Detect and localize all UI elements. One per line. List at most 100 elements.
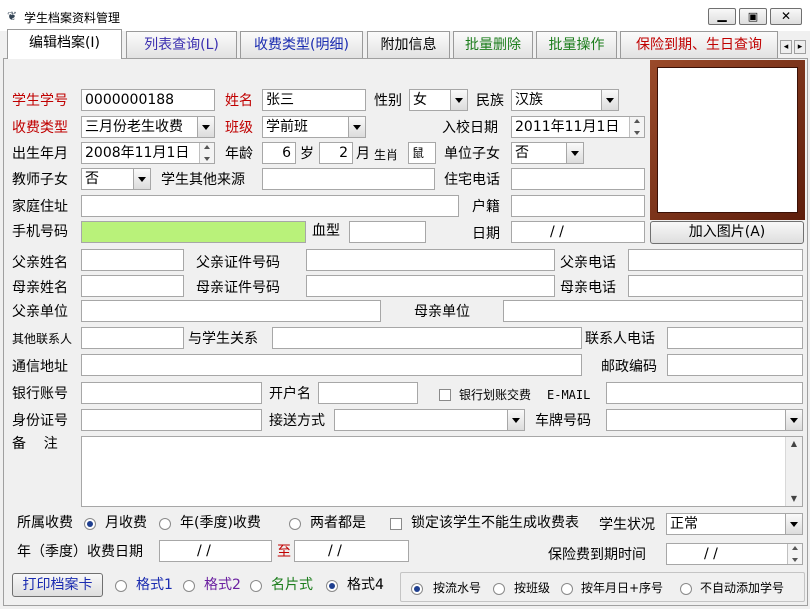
- sort-none-radio[interactable]: [680, 583, 692, 595]
- tab-extra[interactable]: 附加信息: [367, 31, 450, 58]
- maximize-button[interactable]: ▣: [739, 8, 767, 25]
- insurance-date-picker[interactable]: / /: [666, 543, 803, 565]
- remark-textarea[interactable]: ▲ ▼: [81, 436, 803, 507]
- zodiac-field: 鼠: [408, 142, 436, 164]
- both-radio[interactable]: [289, 518, 301, 530]
- plate-select[interactable]: [606, 409, 803, 431]
- hukou-input[interactable]: [511, 195, 645, 217]
- monthly-label: 月收费: [105, 515, 147, 531]
- format2-label: 格式2: [204, 577, 241, 593]
- unit-child-select[interactable]: 否: [511, 142, 584, 164]
- tab-batch-ops[interactable]: 批量操作: [536, 31, 617, 58]
- tab-edit[interactable]: 编辑档案(I): [7, 29, 122, 59]
- ethnicity-select[interactable]: 汉族: [511, 89, 619, 111]
- other-contact-input[interactable]: [81, 327, 184, 349]
- age-months-input[interactable]: 2: [319, 142, 353, 164]
- remark-scrollbar[interactable]: ▲ ▼: [785, 437, 802, 506]
- bank-input[interactable]: [81, 382, 262, 404]
- scroll-up-icon[interactable]: ▲: [786, 437, 802, 451]
- tab-fee-types[interactable]: 收费类型(明细): [240, 31, 363, 58]
- father-id-label: 父亲证件号码: [196, 255, 280, 271]
- gender-label: 性别: [374, 93, 402, 109]
- sort-date-radio[interactable]: [561, 583, 573, 595]
- bank-deduct-checkbox[interactable]: [439, 389, 451, 401]
- lock-checkbox[interactable]: [390, 518, 402, 530]
- mother-name-input[interactable]: [81, 275, 184, 297]
- close-button[interactable]: ✕: [770, 8, 802, 25]
- card-radio[interactable]: [250, 580, 262, 592]
- format1-radio[interactable]: [115, 580, 127, 592]
- fee-type-select[interactable]: 三月份老生收费: [81, 116, 215, 138]
- app-icon: ❦: [7, 9, 18, 23]
- mail-address-label: 通信地址: [12, 359, 68, 375]
- other-source-input[interactable]: [262, 168, 435, 190]
- period-from-input[interactable]: / /: [159, 540, 272, 562]
- mobile-input[interactable]: [81, 221, 306, 243]
- mobile-label: 手机号码: [12, 224, 68, 240]
- date-input[interactable]: / /: [511, 221, 645, 243]
- account-name-input[interactable]: [318, 382, 418, 404]
- fee-belong-label: 所属收费: [17, 515, 73, 531]
- class-select[interactable]: 学前班: [262, 116, 366, 138]
- transport-select[interactable]: [334, 409, 525, 431]
- email-input[interactable]: [606, 382, 803, 404]
- print-card-button[interactable]: 打印档案卡: [12, 573, 103, 597]
- home-phone-input[interactable]: [511, 168, 645, 190]
- plate-label: 车牌号码: [535, 413, 591, 429]
- mother-id-input[interactable]: [306, 275, 555, 297]
- tab-list[interactable]: 列表查询(L): [126, 31, 237, 58]
- yearly-radio[interactable]: [159, 518, 171, 530]
- chevron-down-icon[interactable]: [450, 90, 467, 110]
- address-input[interactable]: [81, 195, 459, 217]
- chevron-down-icon[interactable]: [566, 143, 583, 163]
- blood-input[interactable]: [349, 221, 426, 243]
- chevron-down-icon[interactable]: [133, 169, 150, 189]
- enroll-date-picker[interactable]: 2011年11月1日: [511, 116, 645, 138]
- student-no-input[interactable]: 0000000188: [81, 89, 215, 111]
- gender-select[interactable]: 女: [409, 89, 468, 111]
- minimize-button[interactable]: ▁: [708, 8, 736, 25]
- status-select[interactable]: 正常: [666, 513, 803, 535]
- format2-radio[interactable]: [183, 580, 195, 592]
- name-input[interactable]: 张三: [262, 89, 366, 111]
- relation-input[interactable]: [272, 327, 582, 349]
- tab-insurance-birthday[interactable]: 保险到期、生日查询: [620, 31, 778, 58]
- id-card-label: 身份证号: [12, 413, 68, 429]
- chevron-down-icon[interactable]: [785, 514, 802, 534]
- email-label: E-MAIL: [547, 388, 591, 402]
- scroll-down-icon[interactable]: ▼: [786, 492, 802, 506]
- mother-work-input[interactable]: [503, 300, 803, 322]
- father-id-input[interactable]: [306, 249, 555, 271]
- monthly-radio[interactable]: [84, 518, 96, 530]
- father-work-input[interactable]: [81, 300, 381, 322]
- sort-none-label: 不自动添加学号: [700, 581, 785, 595]
- tab-scroll-left[interactable]: ◂: [780, 40, 792, 54]
- postcode-input[interactable]: [667, 354, 803, 376]
- add-photo-button[interactable]: 加入图片(A): [650, 221, 804, 244]
- teacher-child-select[interactable]: 否: [81, 168, 151, 190]
- contact-phone-input[interactable]: [667, 327, 803, 349]
- tab-scroll-right[interactable]: ▸: [794, 40, 806, 54]
- chevron-down-icon[interactable]: [507, 410, 524, 430]
- chevron-down-icon[interactable]: [197, 117, 214, 137]
- tab-batch-delete[interactable]: 批量删除: [453, 31, 533, 58]
- format4-radio[interactable]: [326, 580, 338, 592]
- yearly-label: 年(季度)收费: [180, 515, 261, 531]
- spinner-icon[interactable]: [199, 143, 214, 163]
- age-years-input[interactable]: 6: [262, 142, 296, 164]
- id-card-input[interactable]: [81, 409, 262, 431]
- spinner-icon[interactable]: [787, 544, 802, 564]
- bank-label: 银行账号: [12, 386, 68, 402]
- father-phone-input[interactable]: [628, 249, 803, 271]
- birth-date-picker[interactable]: 2008年11月1日: [81, 142, 215, 164]
- chevron-down-icon[interactable]: [601, 90, 618, 110]
- sort-serial-radio[interactable]: [411, 583, 423, 595]
- sort-class-radio[interactable]: [493, 583, 505, 595]
- mail-address-input[interactable]: [81, 354, 582, 376]
- chevron-down-icon[interactable]: [348, 117, 365, 137]
- spinner-icon[interactable]: [629, 117, 644, 137]
- mother-phone-input[interactable]: [628, 275, 803, 297]
- period-to-input[interactable]: / /: [294, 540, 409, 562]
- father-name-input[interactable]: [81, 249, 184, 271]
- chevron-down-icon[interactable]: [785, 410, 802, 430]
